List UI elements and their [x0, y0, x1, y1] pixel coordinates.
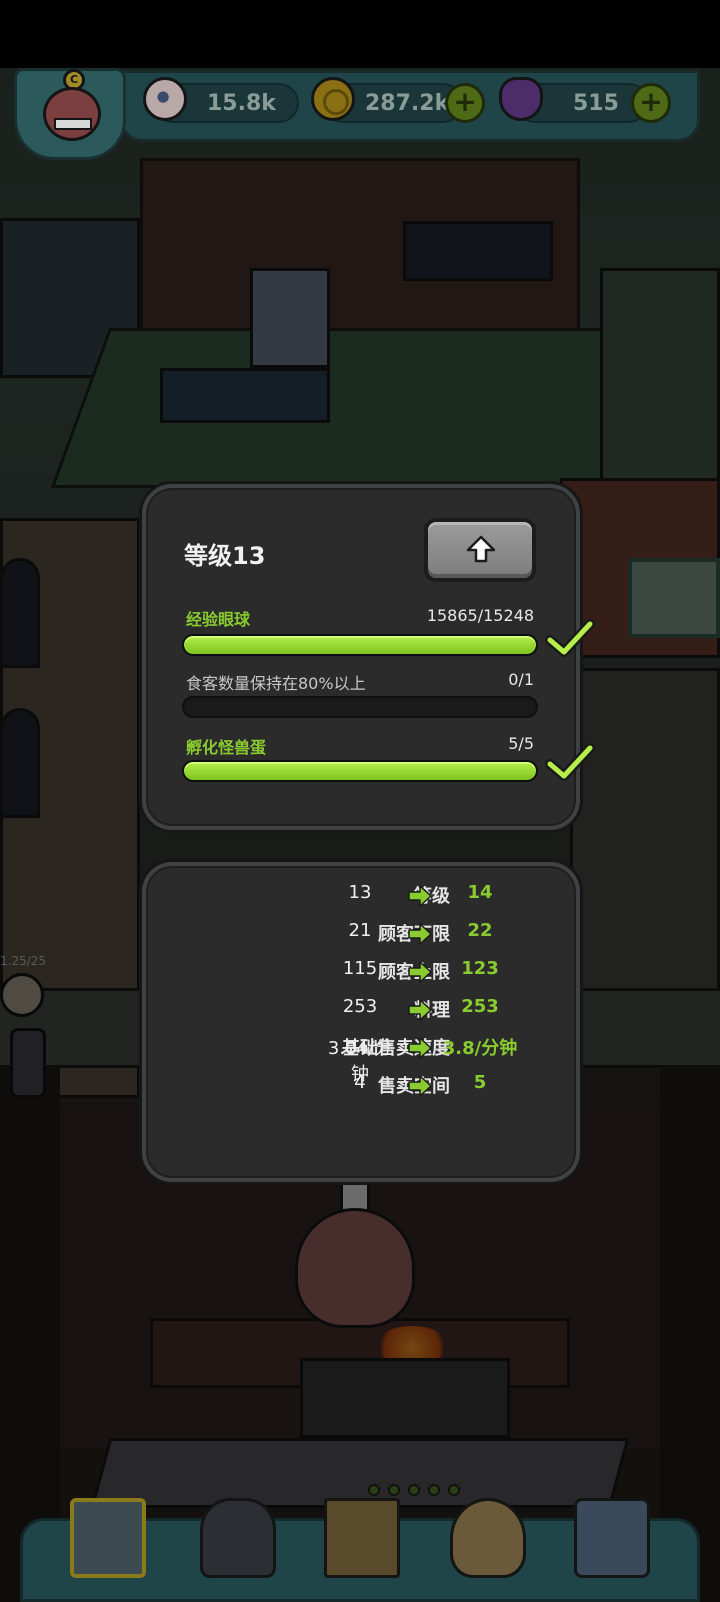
stat-current-value: 115 [342, 958, 378, 979]
add-coins-button[interactable]: + [445, 83, 485, 123]
requirement-progress-customers [182, 696, 538, 718]
requirement-value-eggs: 5/5 [508, 734, 534, 753]
stat-next-value: 22 [467, 920, 493, 941]
potions-value: 515 [573, 91, 619, 116]
restaurant-icon [70, 1498, 146, 1578]
teeth [54, 118, 92, 130]
stat-next-value: 3.8/分钟 [442, 1038, 518, 1059]
modal-overlay[interactable] [0, 68, 720, 1602]
requirement-label-exp: 经验眼球 [186, 610, 251, 629]
nav-restaurant-button[interactable] [62, 1488, 154, 1588]
arrow-right-icon [408, 999, 432, 1021]
stat-next-value: 14 [467, 882, 493, 903]
status-bar [0, 0, 720, 68]
check-icon [545, 743, 595, 781]
add-potions-button[interactable]: + [631, 83, 671, 123]
stat-row: 顾客下限2122 [150, 920, 570, 950]
stat-next-value: 253 [461, 996, 499, 1017]
level-title: 等级13 [184, 542, 266, 570]
resource-bar: 15.8k 287.2k + 515 + [120, 70, 700, 142]
monster-collection-icon [574, 1498, 650, 1578]
requirement-label-customers: 食客数量保持在80%以上 [186, 674, 366, 693]
arrow-right-icon [408, 961, 432, 983]
progress-fill [184, 636, 536, 654]
requirement-label-eggs: 孵化怪兽蛋 [186, 738, 267, 757]
eyeballs-value: 15.8k [207, 91, 276, 116]
top-hud: 15.8k 287.2k + 515 + C [0, 68, 720, 160]
coin-icon [311, 77, 355, 121]
arrow-right-icon [408, 923, 432, 945]
stat-next-value: 123 [461, 958, 499, 979]
nav-collection-button[interactable] [566, 1488, 658, 1588]
upgrade-arrow-icon [466, 535, 496, 563]
money-bag-icon [450, 1498, 526, 1578]
monster-face-icon [43, 87, 101, 141]
bottom-nav [0, 1488, 720, 1602]
stat-current-value: 253 [342, 996, 378, 1017]
stat-row: 售卖空间45 [150, 1072, 570, 1102]
progress-fill [184, 762, 536, 780]
nav-recipe-button[interactable] [316, 1488, 408, 1588]
monster-icon [200, 1498, 276, 1578]
requirement-progress-exp [182, 634, 538, 656]
stat-row: 顾客上限115123 [150, 958, 570, 988]
stat-next-value: 5 [473, 1072, 487, 1093]
stat-row: 基础售卖速度 3.04/分钟 3.8/分钟 [150, 1034, 570, 1085]
coins-value: 287.2k [365, 91, 450, 116]
eyeball-icon [143, 77, 187, 121]
nav-shop-button[interactable] [442, 1488, 534, 1588]
stat-row: 料理 253 253 [150, 996, 570, 1026]
recipe-book-icon [324, 1498, 400, 1578]
potion-icon [499, 77, 543, 121]
stat-current-value: 13 [348, 882, 372, 903]
requirement-value-exp: 15865/15248 [426, 606, 534, 625]
requirement-progress-eggs [182, 760, 538, 782]
arrow-right-icon [408, 1075, 432, 1097]
level-up-button[interactable] [424, 518, 536, 582]
nav-monster-button[interactable] [192, 1488, 284, 1588]
arrow-right-icon [408, 885, 432, 907]
stat-current-value: 21 [348, 920, 372, 941]
arrow-right-icon [408, 1037, 432, 1059]
restaurant-avatar-button[interactable]: C [14, 68, 126, 160]
check-icon [545, 619, 595, 657]
stat-row: 等级 13 14 [150, 882, 570, 912]
stat-current-value: 4 [354, 1072, 366, 1093]
requirement-value-customers: 0/1 [508, 670, 534, 689]
